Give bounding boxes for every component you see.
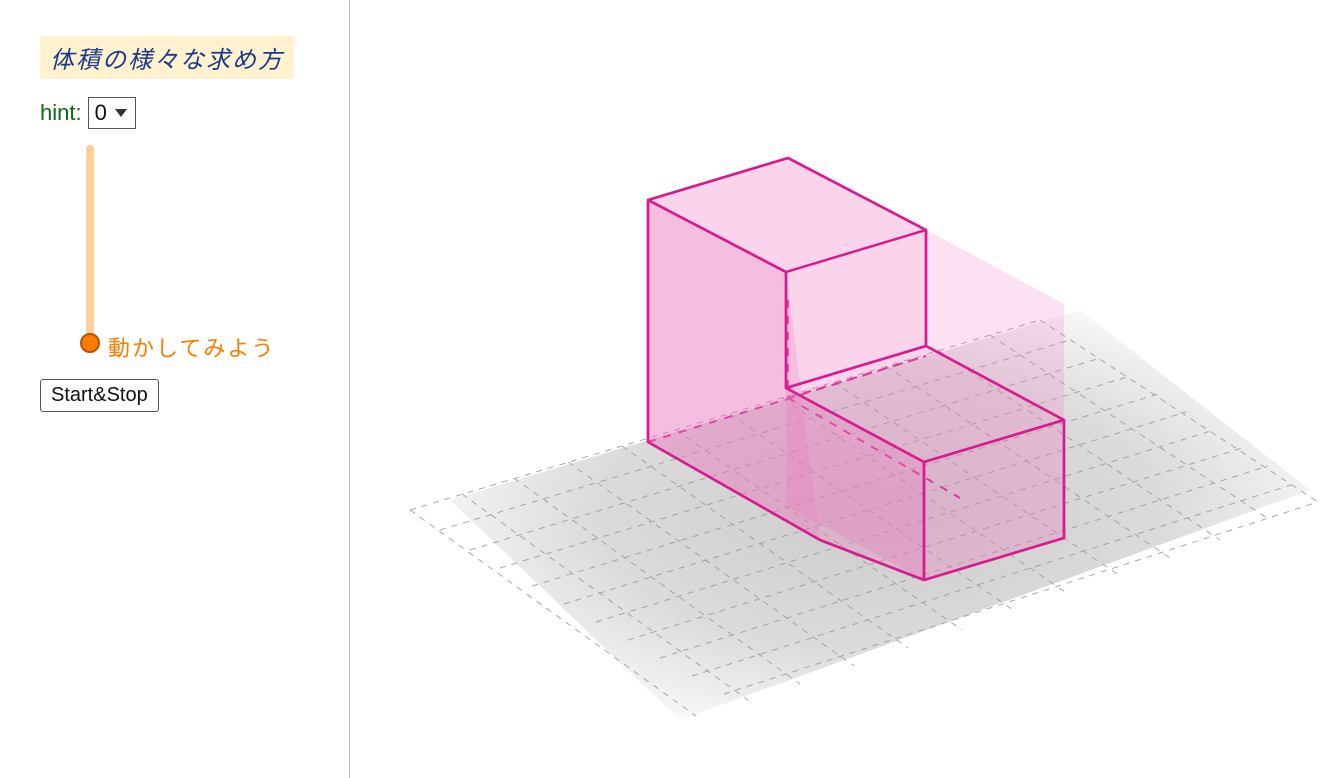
- control-panel: 体積の様々な求め方 hint: 0 動かしてみよう Start&Stop: [0, 0, 350, 778]
- slider-caption: 動かしてみよう: [108, 331, 275, 363]
- app-root: 体積の様々な求め方 hint: 0 動かしてみよう Start&Stop: [0, 0, 1340, 778]
- slider-thumb[interactable]: [80, 333, 100, 353]
- hint-label: hint:: [40, 100, 82, 126]
- chevron-down-icon: [113, 107, 129, 119]
- slider-track: [86, 145, 94, 345]
- 3d-view[interactable]: [350, 0, 1340, 778]
- slider[interactable]: 動かしてみよう: [40, 145, 300, 365]
- hint-row: hint: 0: [40, 97, 349, 129]
- hint-value: 0: [95, 100, 107, 126]
- page-title: 体積の様々な求め方: [40, 36, 294, 79]
- scene-svg: [350, 0, 1340, 778]
- start-stop-button[interactable]: Start&Stop: [40, 379, 159, 412]
- hint-select[interactable]: 0: [88, 97, 136, 129]
